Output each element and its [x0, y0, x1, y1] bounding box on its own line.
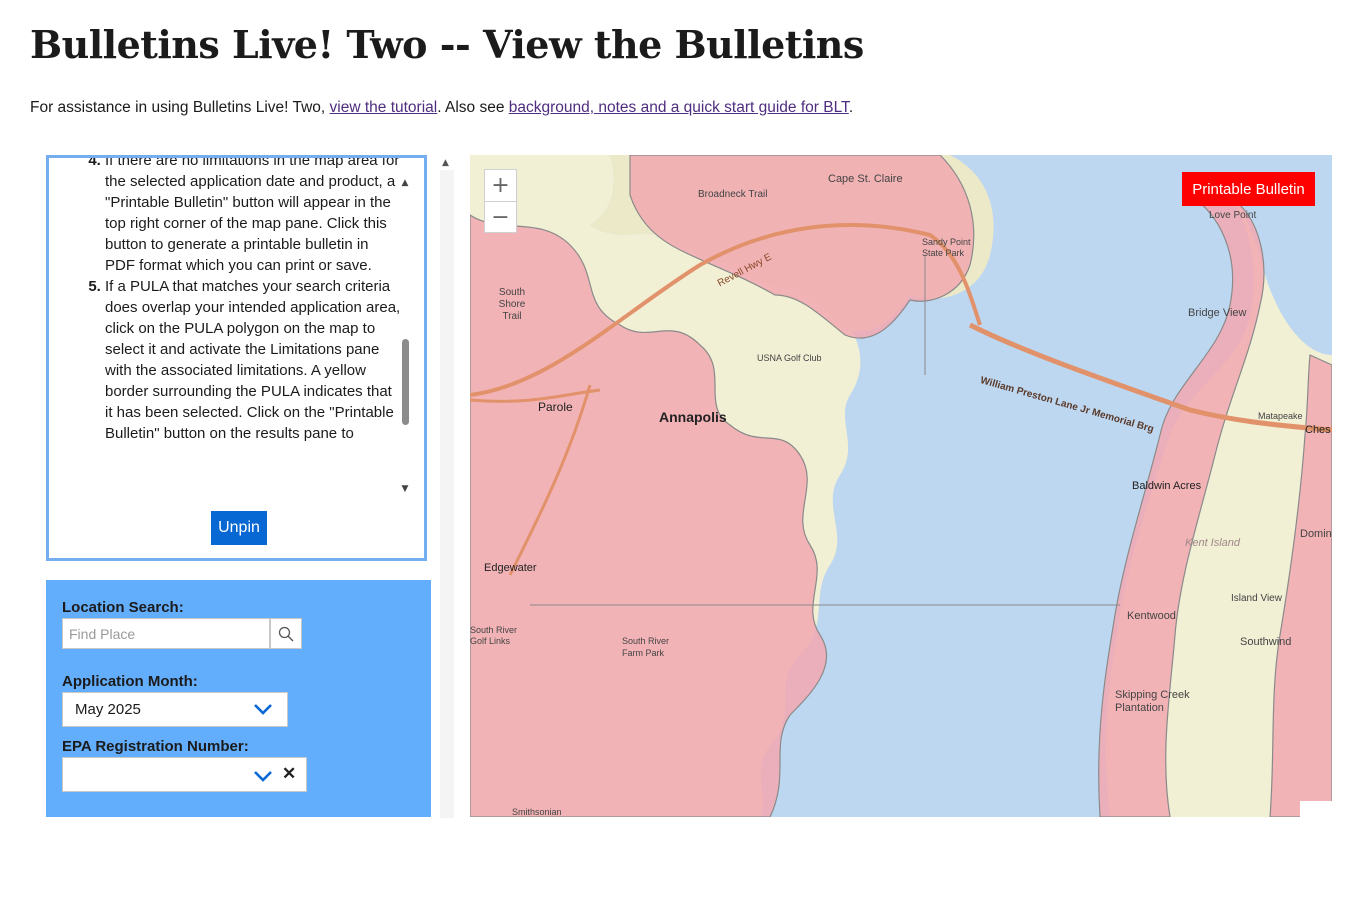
- map-label: Smithsonian: [512, 807, 562, 817]
- background-notes-link[interactable]: background, notes and a quick start guid…: [509, 99, 849, 116]
- map-pane[interactable]: Cape St. Claire Broadneck Trail Love Poi…: [470, 155, 1332, 817]
- application-month-select[interactable]: May 2025: [62, 692, 288, 727]
- map-label: Southwind: [1240, 636, 1292, 648]
- location-search-button[interactable]: [270, 618, 302, 649]
- page-title: Bulletins Live! Two -- View the Bulletin…: [30, 22, 864, 67]
- map-label: South River Farm Park: [622, 636, 670, 658]
- instructions-scroll-area[interactable]: If there are no limitations in the map a…: [49, 158, 401, 493]
- triangle-down-icon[interactable]: ▼: [399, 484, 411, 494]
- map-label: Love Point: [1209, 210, 1257, 221]
- instruction-step-4: If there are no limitations in the map a…: [105, 158, 401, 276]
- application-month-value: May 2025: [75, 701, 141, 718]
- instruction-step-5: If a PULA that matches your search crite…: [105, 276, 401, 444]
- search-panel: Location Search: Application Month: May …: [46, 580, 431, 817]
- triangle-up-icon[interactable]: ▲: [442, 158, 449, 168]
- page-scrollbar-track[interactable]: [440, 170, 454, 818]
- map-canvas[interactable]: [470, 155, 1332, 817]
- scrollbar-thumb[interactable]: [402, 339, 409, 425]
- chevron-down-icon: [254, 771, 272, 782]
- printable-bulletin-button[interactable]: Printable Bulletin: [1182, 172, 1315, 206]
- map-label: Skipping Creek Plantation: [1115, 689, 1190, 714]
- map-label: Kentwood: [1127, 610, 1176, 622]
- map-label: Matapeake: [1258, 411, 1303, 421]
- intro-suffix: .: [848, 99, 854, 116]
- map-label: South River Golf Links: [470, 625, 518, 646]
- zoom-out-button[interactable]: −: [485, 202, 516, 233]
- instructions-panel: If there are no limitations in the map a…: [46, 155, 427, 561]
- intro-prefix: For assistance in using Bulletins Live! …: [30, 99, 330, 116]
- map-label: Baldwin Acres: [1132, 480, 1202, 492]
- application-month-label: Application Month:: [62, 673, 198, 690]
- magnifier-icon: [278, 626, 294, 641]
- triangle-up-icon[interactable]: ▲: [399, 178, 411, 188]
- map-label: Dominion: [1300, 528, 1332, 540]
- location-search-label: Location Search:: [62, 599, 184, 616]
- zoom-control: + −: [484, 169, 517, 233]
- unpin-button[interactable]: Unpin: [211, 511, 267, 545]
- instructions-list: If there are no limitations in the map a…: [49, 158, 401, 444]
- chevron-down-icon: [254, 704, 272, 715]
- map-label: Ches: [1305, 424, 1331, 436]
- clear-icon[interactable]: ✕: [282, 765, 296, 783]
- epa-registration-select[interactable]: ✕: [62, 757, 307, 792]
- intro-text: For assistance in using Bulletins Live! …: [30, 99, 853, 117]
- tutorial-link[interactable]: view the tutorial: [330, 99, 438, 116]
- intro-middle: . Also see: [437, 99, 509, 116]
- map-corner-patch: [1300, 801, 1332, 817]
- location-search-input[interactable]: [62, 618, 270, 649]
- map-label: Island View: [1231, 593, 1282, 604]
- map-label: Sandy Point State Park: [922, 237, 971, 258]
- map-label: Parole: [538, 400, 573, 414]
- map-label: South Shore Trail: [498, 287, 526, 322]
- epa-registration-label: EPA Registration Number:: [62, 738, 249, 755]
- map-label: Kent Island: [1185, 537, 1241, 549]
- map-label: Annapolis: [659, 409, 727, 425]
- map-label: USNA Golf Club: [757, 353, 822, 363]
- zoom-in-button[interactable]: +: [485, 170, 516, 202]
- map-label: Cape St. Claire: [828, 173, 903, 185]
- map-label: Broadneck Trail: [698, 189, 768, 200]
- map-label: Edgewater: [484, 562, 537, 574]
- instructions-scrollbar[interactable]: ▲ ▼: [399, 174, 411, 494]
- map-label: Bridge View: [1188, 307, 1247, 319]
